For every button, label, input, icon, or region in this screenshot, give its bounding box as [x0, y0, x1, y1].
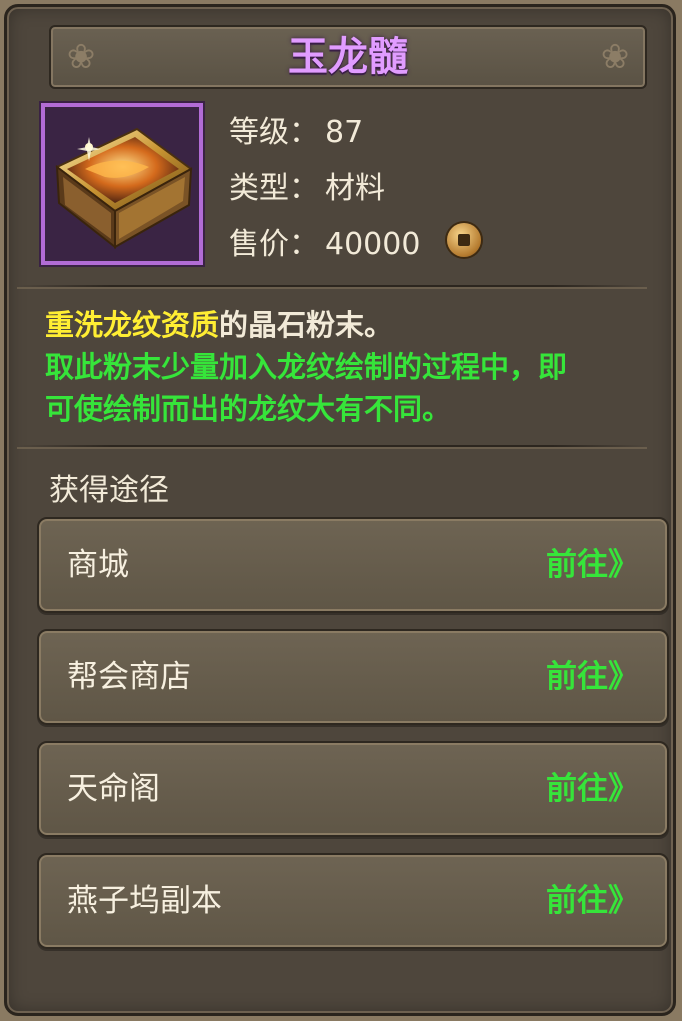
level-value: 87 — [325, 115, 364, 150]
item-icon-frame — [41, 103, 203, 265]
source-row-shop[interactable]: 商城 前往》 — [37, 517, 669, 613]
item-tooltip-panel: ❀ 玉龙髓 ❀ 等级： 87 类型： 材料 售价： 40000 重洗龙纹资质的晶… — [4, 4, 676, 1016]
type-value: 材料 — [325, 171, 385, 206]
go-button[interactable]: 前往》 — [546, 631, 639, 723]
price-value: 40000 — [325, 227, 421, 262]
source-row-tianming-pavilion[interactable]: 天命阁 前往》 — [37, 741, 669, 837]
level-label: 等级： — [229, 115, 319, 150]
description-highlight: 重洗龙纹资质 — [45, 308, 220, 342]
go-button[interactable]: 前往》 — [546, 855, 639, 947]
source-name: 燕子坞副本 — [67, 883, 222, 919]
description-line-2: 取此粉末少量加入龙纹绘制的过程中，即 — [45, 350, 568, 384]
go-button[interactable]: 前往》 — [546, 743, 639, 835]
copper-coin-icon — [447, 223, 481, 257]
sources-title: 获得途径 — [49, 473, 169, 508]
cloud-ornament-icon: ❀ — [600, 37, 630, 77]
title-bar: ❀ 玉龙髓 ❀ — [49, 25, 647, 89]
source-name: 天命阁 — [67, 771, 160, 807]
description-line-3: 可使绘制而出的龙纹大有不同。 — [45, 392, 452, 426]
source-name: 帮会商店 — [67, 659, 191, 695]
level-row: 等级： 87 — [229, 107, 363, 151]
price-label: 售价： — [229, 227, 319, 262]
source-row-guild-shop[interactable]: 帮会商店 前往》 — [37, 629, 669, 725]
item-name: 玉龙髓 — [288, 34, 408, 80]
type-row: 类型： 材料 — [229, 163, 385, 207]
treasure-chest-icon — [45, 107, 199, 261]
source-name: 商城 — [67, 547, 129, 583]
type-label: 类型： — [229, 171, 319, 206]
source-row-yanziwu-dungeon[interactable]: 燕子坞副本 前往》 — [37, 853, 669, 949]
divider — [17, 445, 647, 447]
description-text: 的晶石粉末。 — [219, 308, 394, 342]
divider — [17, 285, 647, 287]
go-button[interactable]: 前往》 — [546, 519, 639, 611]
price-row: 售价： 40000 — [229, 219, 420, 263]
description-line-1: 重洗龙纹资质的晶石粉末。 — [45, 305, 393, 345]
